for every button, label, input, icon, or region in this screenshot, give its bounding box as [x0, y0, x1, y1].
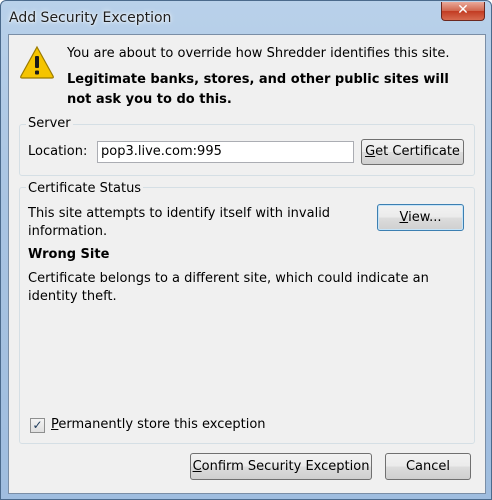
- cancel-button[interactable]: Cancel: [385, 453, 471, 480]
- certificate-status-legend: Certificate Status: [26, 181, 144, 196]
- checkmark-icon: ✓: [32, 418, 43, 432]
- get-certificate-label: et Certificate: [375, 144, 460, 159]
- confirm-security-exception-button[interactable]: Confirm Security Exception: [190, 453, 372, 480]
- get-certificate-accel: G: [365, 144, 376, 159]
- server-legend: Server: [26, 116, 73, 131]
- view-label: iew...: [408, 210, 442, 225]
- permanent-store-label[interactable]: Permanently store this exception: [51, 417, 266, 432]
- location-input[interactable]: [97, 141, 354, 163]
- permanent-store-text: ermanently store this exception: [58, 417, 266, 432]
- title-bar[interactable]: Add Security Exception ✕: [1, 1, 491, 35]
- warning-emphasis: Legitimate banks, stores, and other publ…: [67, 72, 449, 107]
- location-label: Location:: [28, 144, 88, 159]
- view-button[interactable]: View...: [377, 204, 464, 231]
- warning-icon: [20, 45, 54, 79]
- view-accel: V: [399, 210, 409, 225]
- status-description: This site attempts to identify itself wi…: [28, 206, 331, 239]
- dialog-window: Add Security Exception ✕ You are about t…: [0, 0, 492, 500]
- permanent-store-checkbox[interactable]: ✓: [30, 418, 45, 433]
- confirm-accel: C: [192, 459, 202, 474]
- problem-detail: Certificate belongs to a different site,…: [28, 271, 429, 304]
- get-certificate-button[interactable]: Get Certificate: [361, 139, 464, 165]
- close-icon: ✕: [457, 2, 469, 18]
- close-button[interactable]: ✕: [441, 2, 485, 21]
- dialog-body: You are about to override how Shredder i…: [8, 34, 486, 494]
- warning-message: You are about to override how Shredder i…: [67, 46, 450, 61]
- window-title: Add Security Exception: [9, 10, 172, 26]
- confirm-label: onfirm Security Exception: [201, 459, 370, 474]
- problem-title: Wrong Site: [28, 247, 110, 262]
- cancel-label: Cancel: [405, 459, 451, 474]
